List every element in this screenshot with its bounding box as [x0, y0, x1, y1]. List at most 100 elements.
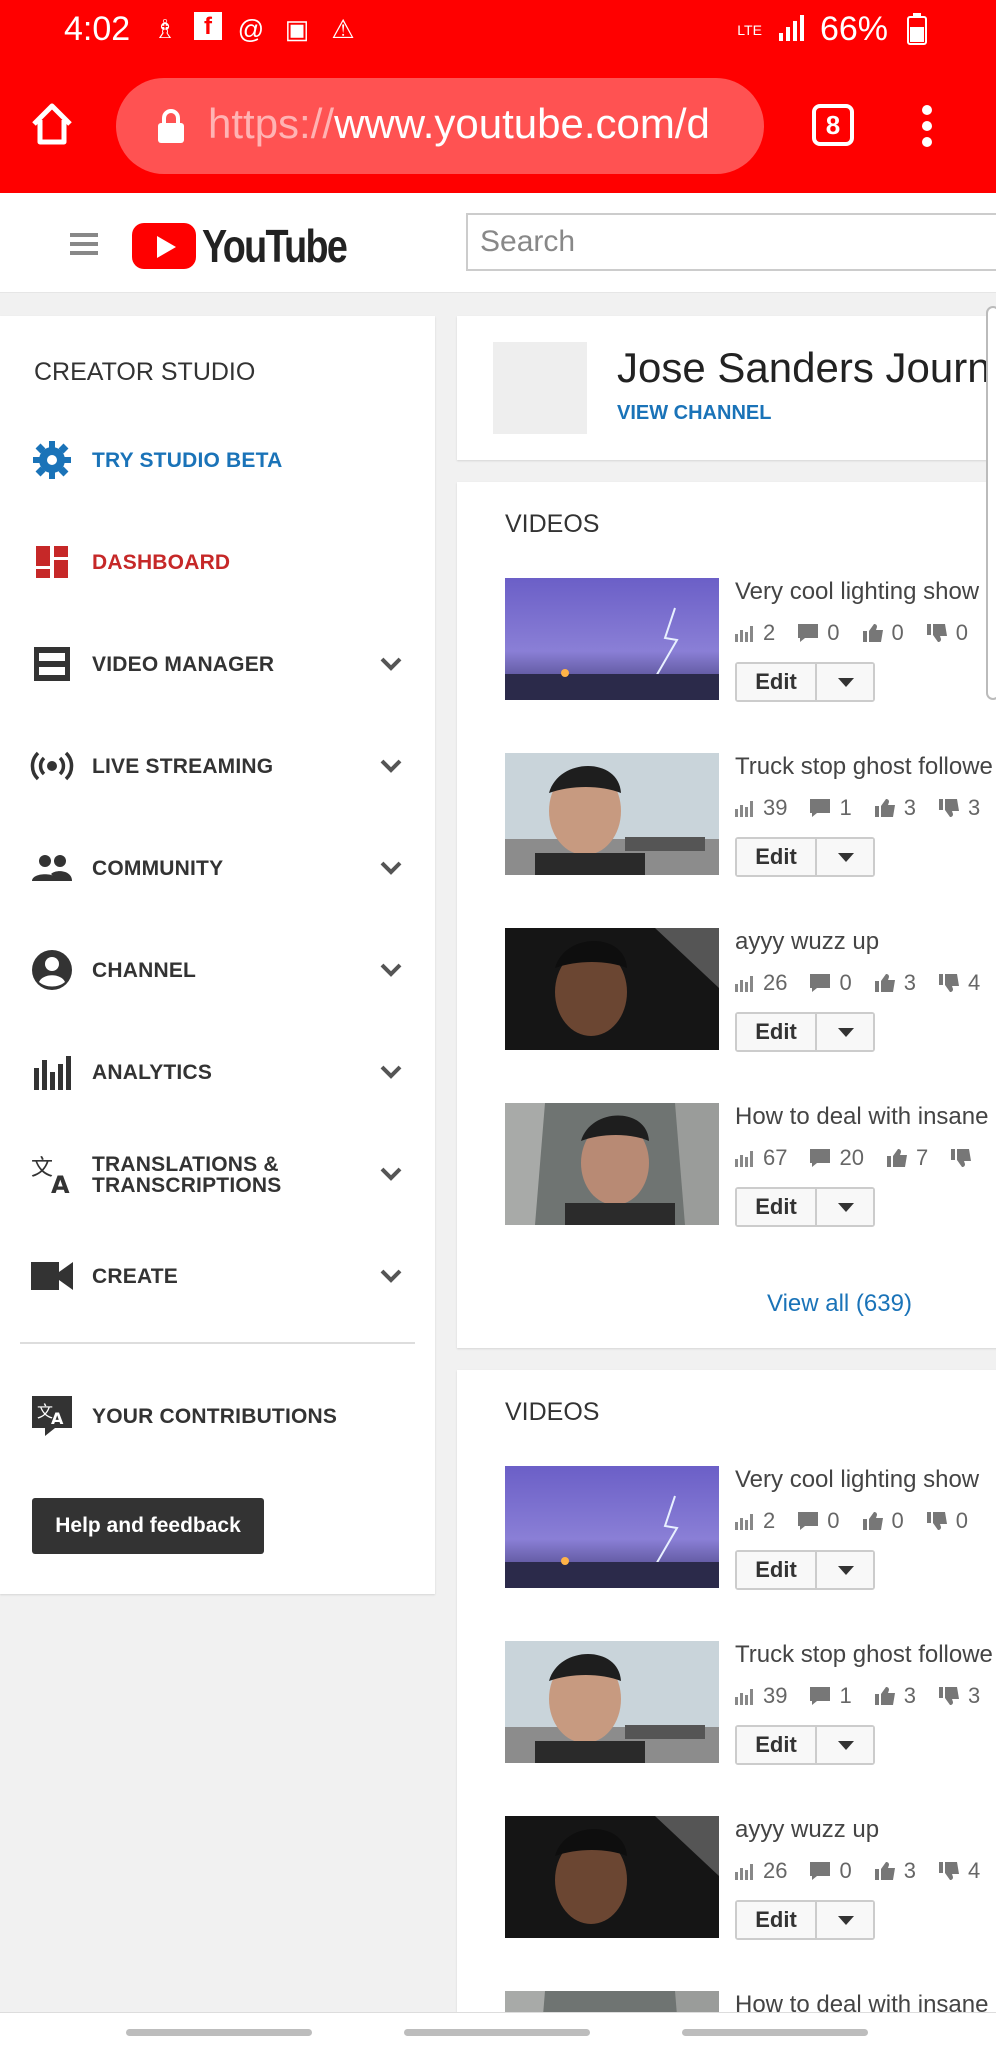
menu-dot [922, 137, 932, 147]
chevron-down-icon[interactable] [380, 1269, 402, 1283]
view-channel-link[interactable]: VIEW CHANNEL [617, 402, 771, 425]
thumbs-up-icon [874, 799, 895, 817]
notification-app-icon: ♗ [153, 14, 177, 44]
video-thumbnail[interactable] [505, 1641, 719, 1763]
thumbs-up-icon [874, 1862, 895, 1880]
sidebar-item-analytics[interactable]: ANALYTICS [0, 1032, 435, 1112]
sidebar-item-channel[interactable]: CHANNEL [0, 930, 435, 1010]
video-title[interactable]: How to deal with insane [735, 1103, 988, 1131]
views-icon [735, 1864, 753, 1880]
video-thumbnail[interactable] [505, 928, 719, 1050]
video-row: ayyy wuzz up 26 0 3 4 Edit [505, 1816, 996, 1940]
comments-stat: 0 [797, 620, 840, 646]
sidebar-item-video-manager[interactable]: VIDEO MANAGER [0, 624, 435, 704]
edit-button[interactable]: Edit [737, 1902, 817, 1938]
chevron-down-icon[interactable] [380, 759, 402, 773]
edit-button[interactable]: Edit [737, 1014, 817, 1050]
sidebar-item-label: TRANSLATIONS & [92, 1153, 279, 1176]
chevron-down-icon[interactable] [380, 1065, 402, 1079]
sidebar-item-try-studio-beta[interactable]: TRY STUDIO BETA [0, 420, 435, 500]
video-title[interactable]: Truck stop ghost followe [735, 1641, 993, 1669]
edit-button[interactable]: Edit [737, 1727, 817, 1763]
comment-icon [810, 1687, 831, 1705]
youtube-logo[interactable]: YouTube [132, 219, 378, 273]
video-thumbnail[interactable] [505, 753, 719, 875]
likes-stat: 3 [874, 1858, 916, 1884]
edit-dropdown-button[interactable] [817, 1902, 873, 1938]
video-thumbnail[interactable] [505, 578, 719, 700]
view-all-link[interactable]: View all (639) [767, 1290, 912, 1318]
battery-percent: 66% [819, 10, 888, 48]
translate-icon: 文A [30, 1152, 74, 1196]
thumbs-up-icon [874, 1687, 895, 1705]
videos-section-title: VIDEOS [505, 1398, 600, 1426]
video-thumbnail[interactable] [505, 1816, 719, 1938]
views-count: 67 [763, 1145, 788, 1170]
video-title[interactable]: ayyy wuzz up [735, 928, 879, 956]
video-row: Very cool lighting show 2 0 0 0 Edit [505, 1466, 996, 1590]
views-icon [735, 976, 753, 992]
comment-icon [798, 1512, 819, 1530]
edit-dropdown-button[interactable] [817, 1727, 873, 1763]
help-and-feedback-button[interactable]: Help and feedback [32, 1498, 264, 1554]
views-count: 2 [763, 1508, 776, 1533]
video-title[interactable]: ayyy wuzz up [735, 1816, 879, 1844]
video-thumbnail[interactable] [505, 1466, 719, 1588]
edit-button-group: Edit [735, 1725, 875, 1765]
sidebar-item-label: VIDEO MANAGER [92, 652, 275, 676]
dislikes-stat: 3 [938, 1683, 980, 1709]
channel-avatar[interactable] [493, 342, 587, 434]
sidebar-item-label: ANALYTICS [92, 1060, 213, 1084]
views-stat: 67 [735, 1145, 787, 1171]
browser-menu-button[interactable] [912, 102, 942, 150]
home-button[interactable] [28, 100, 88, 160]
people-icon [30, 846, 74, 890]
chevron-down-icon[interactable] [380, 963, 402, 977]
video-title[interactable]: Very cool lighting show [735, 578, 979, 606]
nav-back-handle[interactable] [682, 2029, 868, 2036]
sidebar-item-label: DASHBOARD [92, 550, 231, 574]
scroll-indicator[interactable] [986, 306, 996, 700]
dislikes-count: 3 [967, 795, 981, 820]
views-icon [735, 1689, 753, 1705]
video-title[interactable]: Very cool lighting show [735, 1466, 979, 1494]
hamburger-menu-icon[interactable] [70, 233, 98, 255]
likes-count: 0 [891, 1508, 904, 1533]
edit-dropdown-button[interactable] [817, 664, 873, 700]
video-title[interactable]: Truck stop ghost followe [735, 753, 993, 781]
edit-button[interactable]: Edit [737, 839, 817, 875]
chevron-down-icon[interactable] [380, 1167, 402, 1181]
dislikes-stat: 4 [938, 1858, 980, 1884]
views-icon [735, 626, 753, 642]
edit-button[interactable]: Edit [737, 1552, 817, 1588]
edit-dropdown-button[interactable] [817, 1552, 873, 1588]
tab-switcher-button[interactable]: 8 [812, 104, 854, 146]
chevron-down-icon[interactable] [380, 657, 402, 671]
channel-name[interactable]: Jose Sanders Journe [617, 344, 996, 392]
url-bar[interactable]: https://www.youtube.com/d [116, 78, 764, 174]
sidebar-item-community[interactable]: COMMUNITY [0, 828, 435, 908]
dislikes-count: 4 [967, 1858, 981, 1883]
thumbs-down-icon [938, 974, 959, 992]
sidebar-item-create[interactable]: CREATE [0, 1236, 435, 1316]
likes-count: 7 [915, 1145, 929, 1170]
sidebar-item-your-contributions[interactable]: 文A YOUR CONTRIBUTIONS [0, 1376, 435, 1456]
edit-dropdown-button[interactable] [817, 1014, 873, 1050]
search-input[interactable] [468, 215, 996, 269]
video-row: How to deal with insane 67 20 7 Edit [505, 1103, 996, 1227]
edit-button[interactable]: Edit [737, 664, 817, 700]
edit-dropdown-button[interactable] [817, 1189, 873, 1225]
comments-stat: 0 [809, 1858, 852, 1884]
video-thumbnail[interactable] [505, 1103, 719, 1225]
search-box[interactable] [466, 213, 996, 271]
sidebar-item-translations[interactable]: 文A TRANSLATIONS & TRANSCRIPTIONS [0, 1134, 435, 1214]
nav-home-handle[interactable] [404, 2029, 590, 2036]
sidebar-item-live-streaming[interactable]: LIVE STREAMING [0, 726, 435, 806]
sidebar-item-label: YOUR CONTRIBUTIONS [92, 1404, 338, 1428]
dislikes-stat: 3 [938, 795, 980, 821]
edit-button[interactable]: Edit [737, 1189, 817, 1225]
nav-recents-handle[interactable] [126, 2029, 312, 2036]
chevron-down-icon[interactable] [380, 861, 402, 875]
edit-dropdown-button[interactable] [817, 839, 873, 875]
sidebar-item-dashboard[interactable]: DASHBOARD [0, 522, 435, 602]
